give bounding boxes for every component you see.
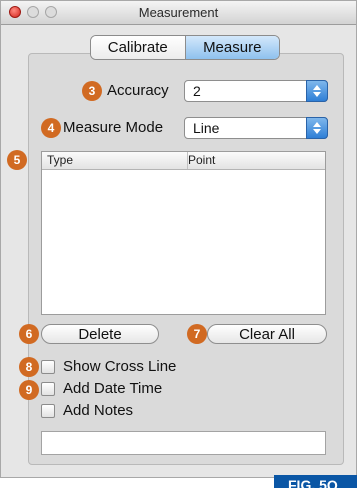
accuracy-select[interactable]: 2 xyxy=(184,80,328,102)
window-title: Measurement xyxy=(138,5,219,20)
column-header-point[interactable]: Point xyxy=(183,152,325,169)
callout-badge-8: 8 xyxy=(19,357,39,377)
delete-button[interactable]: Delete xyxy=(41,324,159,344)
callout-badge-9: 9 xyxy=(19,380,39,400)
measurement-window: Measurement Calibrate Measure 3 Accuracy… xyxy=(0,0,357,478)
show-cross-line-label[interactable]: Show Cross Line xyxy=(63,358,176,375)
up-down-arrows-icon xyxy=(313,85,321,97)
callout-badge-3: 3 xyxy=(82,81,102,101)
title-bar[interactable]: Measurement xyxy=(1,1,356,25)
tab-calibrate[interactable]: Calibrate xyxy=(91,36,186,59)
up-down-arrows-icon xyxy=(313,122,321,134)
add-notes-label[interactable]: Add Notes xyxy=(63,402,133,419)
measure-mode-label: Measure Mode xyxy=(63,119,164,136)
callout-badge-6: 6 xyxy=(19,324,39,344)
measure-mode-stepper-arrows[interactable] xyxy=(306,117,328,139)
clear-all-button[interactable]: Clear All xyxy=(207,324,327,344)
accuracy-stepper-arrows[interactable] xyxy=(306,80,328,102)
accuracy-value: 2 xyxy=(193,83,201,99)
callout-badge-7: 7 xyxy=(187,324,207,344)
tab-measure[interactable]: Measure xyxy=(185,36,279,59)
callout-badge-5: 5 xyxy=(7,150,27,170)
measurement-table[interactable]: Type Point xyxy=(41,151,326,315)
add-notes-checkbox[interactable] xyxy=(41,404,55,418)
add-date-time-checkbox[interactable] xyxy=(41,382,55,396)
show-cross-line-checkbox[interactable] xyxy=(41,360,55,374)
figure-label: FIG. 5Q xyxy=(274,475,357,488)
callout-badge-4: 4 xyxy=(41,118,61,138)
measure-mode-select[interactable]: Line xyxy=(184,117,328,139)
notes-input[interactable] xyxy=(41,431,326,455)
table-header: Type Point xyxy=(42,152,325,170)
column-header-type[interactable]: Type xyxy=(42,152,188,169)
accuracy-label: Accuracy xyxy=(107,82,169,99)
measure-mode-value: Line xyxy=(193,120,220,136)
mode-tabs: Calibrate Measure xyxy=(90,35,280,60)
add-date-time-label[interactable]: Add Date Time xyxy=(63,380,162,397)
